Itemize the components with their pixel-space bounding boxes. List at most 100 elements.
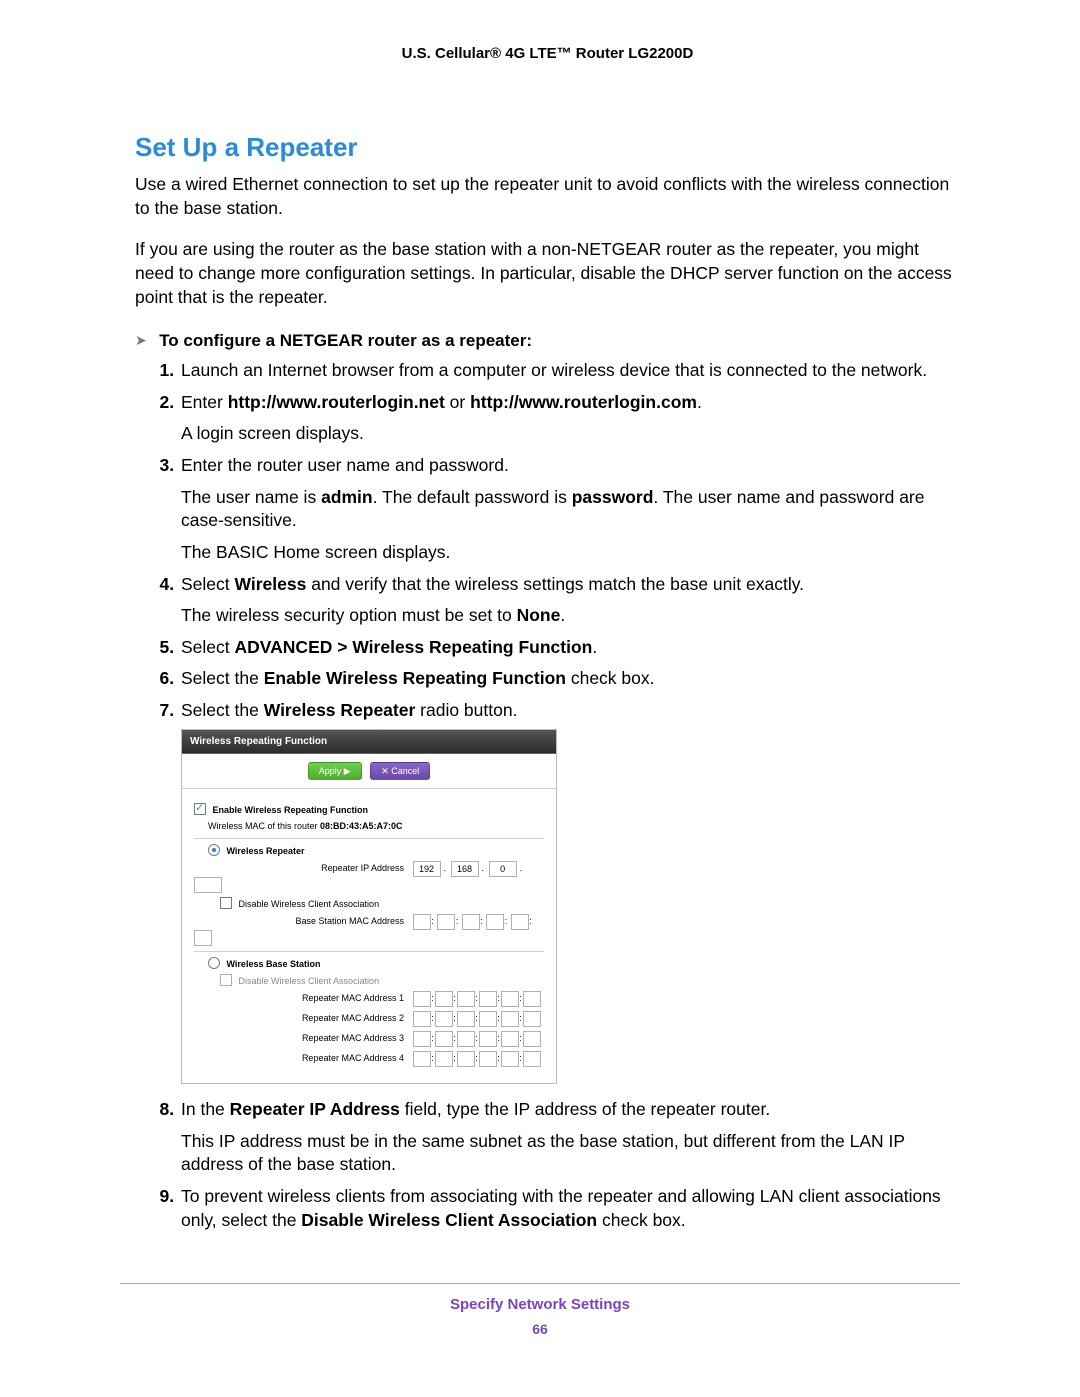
rmac4-label: Repeater MAC Address 4 (194, 1052, 410, 1064)
rmac2-row: Repeater MAC Address 2 ::::: (194, 1011, 544, 1027)
disable-assoc-checkbox[interactable] (220, 897, 232, 909)
document-page: U.S. Cellular® 4G LTE™ Router LG2200D Se… (0, 0, 1080, 1397)
step-2-text-c: or (445, 392, 470, 412)
mac-seg[interactable] (413, 1051, 431, 1067)
mac-seg[interactable] (457, 991, 475, 1007)
mac-seg[interactable] (479, 991, 497, 1007)
mac-seg[interactable] (523, 1051, 541, 1067)
step-4: Select Wireless and verify that the wire… (179, 573, 960, 628)
step-3-n1c: . The default password is (373, 487, 572, 507)
mac-seg[interactable] (435, 1031, 453, 1047)
disable-assoc2-checkbox[interactable] (220, 974, 232, 986)
mac-seg[interactable] (457, 1051, 475, 1067)
ip-dot: . (480, 862, 487, 874)
step-4-na: The wireless security option must be set… (181, 605, 517, 625)
router-mac-value: 08:BD:43:A5:A7:0C (320, 821, 403, 831)
mac-seg[interactable] (435, 1051, 453, 1067)
arrow-icon: ➤ (135, 332, 147, 349)
wireless-base-row: Wireless Base Station (194, 957, 544, 970)
mac-seg[interactable] (523, 1011, 541, 1027)
step-3-admin: admin (321, 487, 373, 507)
mac-seg[interactable] (523, 1031, 541, 1047)
mac-seg[interactable] (194, 930, 212, 946)
page-footer: Specify Network Settings 66 (120, 1283, 960, 1337)
footer-divider (120, 1283, 960, 1284)
step-9-opt: Disable Wireless Client Association (301, 1210, 597, 1230)
mac-seg[interactable] (511, 914, 529, 930)
step-6-c: check box. (566, 668, 655, 688)
step-3-n1a: The user name is (181, 487, 321, 507)
ip-octet-3[interactable]: 0 (489, 861, 517, 877)
mac-seg[interactable] (501, 1031, 519, 1047)
step-4-a: Select (181, 574, 235, 594)
step-5-a: Select (181, 637, 235, 657)
mac-seg[interactable] (479, 1011, 497, 1027)
rmac1-label: Repeater MAC Address 1 (194, 992, 410, 1004)
step-4-none: None (517, 605, 561, 625)
mac-sep: : (529, 915, 533, 927)
mac-sep: : (504, 915, 508, 927)
step-7-opt: Wireless Repeater (264, 700, 416, 720)
step-6-a: Select the (181, 668, 264, 688)
mac-seg[interactable] (501, 1051, 519, 1067)
mac-seg[interactable] (435, 1011, 453, 1027)
step-2-url-1: http://www.routerlogin.net (228, 392, 445, 412)
step-8-a: In the (181, 1099, 230, 1119)
intro-paragraph-2: If you are using the router as the base … (135, 238, 960, 309)
footer-title: Specify Network Settings (120, 1296, 960, 1313)
mac-seg[interactable] (435, 991, 453, 1007)
enable-repeating-row: Enable Wireless Repeating Function (194, 803, 544, 816)
mac-sep: : (431, 915, 435, 927)
rmac3-row: Repeater MAC Address 3 ::::: (194, 1031, 544, 1047)
step-2-url-2: http://www.routerlogin.com (470, 392, 697, 412)
divider (194, 838, 544, 839)
step-4-nc: . (560, 605, 565, 625)
mac-seg[interactable] (457, 1031, 475, 1047)
mac-seg[interactable] (413, 1031, 431, 1047)
mac-seg[interactable] (479, 1031, 497, 1047)
step-5-path: ADVANCED > Wireless Repeating Function (235, 637, 593, 657)
repeater-ip-row: Repeater IP Address 192. 168. 0. (194, 861, 544, 893)
mac-seg[interactable] (486, 914, 504, 930)
enable-repeating-checkbox[interactable] (194, 803, 206, 815)
step-8-note: This IP address must be in the same subn… (181, 1130, 960, 1177)
figure-body: Enable Wireless Repeating Function Wirel… (182, 789, 556, 1083)
section-title: Set Up a Repeater (135, 132, 960, 163)
step-3-note-1: The user name is admin. The default pass… (181, 486, 960, 533)
wireless-base-label: Wireless Base Station (227, 959, 321, 969)
wireless-repeater-radio[interactable] (208, 844, 220, 856)
mac-seg[interactable] (437, 914, 455, 930)
mac-seg[interactable] (501, 1011, 519, 1027)
wireless-base-radio[interactable] (208, 957, 220, 969)
step-2-note: A login screen displays. (181, 422, 960, 446)
mac-seg[interactable] (462, 914, 480, 930)
mac-seg[interactable] (501, 991, 519, 1007)
step-5-c: . (592, 637, 597, 657)
step-4-note: The wireless security option must be set… (181, 604, 960, 628)
intro-paragraph-1: Use a wired Ethernet connection to set u… (135, 173, 960, 220)
rmac2-label: Repeater MAC Address 2 (194, 1012, 410, 1024)
step-2-text-e: . (697, 392, 702, 412)
step-3: Enter the router user name and password.… (179, 454, 960, 565)
wireless-repeater-label: Wireless Repeater (227, 846, 305, 856)
ip-octet-1[interactable]: 192 (413, 861, 441, 877)
step-3-text: Enter the router user name and password. (181, 455, 509, 475)
mac-seg[interactable] (457, 1011, 475, 1027)
mac-seg[interactable] (413, 914, 431, 930)
step-9: To prevent wireless clients from associa… (179, 1185, 960, 1232)
apply-button[interactable]: Apply ▶ (308, 762, 362, 780)
step-1-text: Launch an Internet browser from a comput… (181, 360, 927, 380)
mac-seg[interactable] (413, 1011, 431, 1027)
rmac3-label: Repeater MAC Address 3 (194, 1032, 410, 1044)
cancel-button[interactable]: ✕ Cancel (370, 762, 430, 780)
mac-seg[interactable] (523, 991, 541, 1007)
ip-octet-4[interactable] (194, 877, 222, 893)
step-8: In the Repeater IP Address field, type t… (179, 1098, 960, 1177)
task-heading: ➤ To configure a NETGEAR router as a rep… (135, 331, 960, 351)
mac-seg[interactable] (479, 1051, 497, 1067)
mac-sep: : (480, 915, 484, 927)
figure-titlebar: Wireless Repeating Function (182, 730, 556, 755)
mac-seg[interactable] (413, 991, 431, 1007)
ip-octet-2[interactable]: 168 (451, 861, 479, 877)
mac-sep: : (455, 915, 459, 927)
